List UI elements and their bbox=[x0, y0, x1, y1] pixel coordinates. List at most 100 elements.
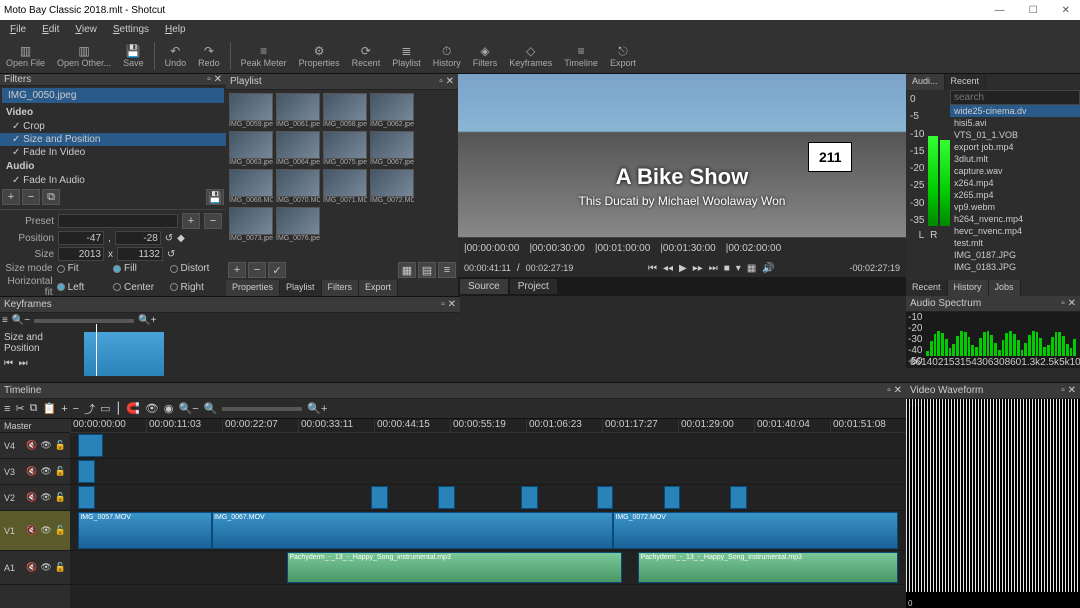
toolbar-history[interactable]: ⏱History bbox=[427, 42, 467, 70]
clip-v2-7[interactable] bbox=[730, 486, 747, 509]
size-w-input[interactable] bbox=[58, 247, 104, 261]
rewind-button[interactable]: ◂◂ bbox=[663, 263, 673, 274]
toolbar-open-file[interactable]: ▥Open File bbox=[0, 42, 51, 70]
track-mute-icon[interactable]: 🔇 bbox=[26, 492, 37, 503]
menu-file[interactable]: File bbox=[4, 22, 32, 37]
position-keyframe-icon[interactable]: ◆ bbox=[177, 233, 185, 244]
clip-v2-6[interactable] bbox=[664, 486, 681, 509]
recent-item[interactable]: hisi5.avi bbox=[950, 117, 1080, 129]
keyframes-close-icon[interactable]: ▫ ✕ bbox=[441, 299, 456, 310]
playlist-thumb[interactable]: IMG_0058.jpeg bbox=[323, 93, 367, 128]
toolbar-properties[interactable]: ⚙Properties bbox=[293, 42, 346, 70]
clip-v2-4[interactable] bbox=[521, 486, 538, 509]
tl-paste-icon[interactable]: 📋 bbox=[43, 402, 57, 415]
play-button[interactable]: ▶ bbox=[679, 263, 687, 274]
tl-copy-icon[interactable]: ⧉ bbox=[30, 402, 38, 415]
playlist-remove-button[interactable]: − bbox=[248, 262, 266, 278]
clip-a1-1[interactable]: Pachyderm_-_13_-_Happy_Song_instrumental… bbox=[287, 552, 621, 583]
kf-zoom-in-icon[interactable]: 🔍+ bbox=[138, 315, 156, 326]
timeline-close-icon[interactable]: ▫ ✕ bbox=[887, 385, 902, 396]
tab-playlist[interactable]: Playlist bbox=[280, 280, 322, 296]
clip-v2-1[interactable] bbox=[78, 486, 95, 509]
clip-v1-2[interactable]: IMG_0067.MOV bbox=[212, 512, 613, 549]
filter-remove-button[interactable]: − bbox=[22, 189, 40, 205]
recent-item[interactable]: hevc_nvenc.mp4 bbox=[950, 225, 1080, 237]
filter-copy-button[interactable]: ⧉ bbox=[42, 189, 60, 205]
kf-prev-button[interactable]: ⏮ bbox=[4, 358, 13, 369]
playlist-thumb[interactable]: IMG_0063.jpeg bbox=[229, 131, 273, 166]
toolbar-keyframes[interactable]: ◇Keyframes bbox=[503, 42, 558, 70]
track-mute-icon[interactable]: 🔇 bbox=[26, 525, 37, 536]
playlist-check-button[interactable]: ✓ bbox=[268, 262, 286, 278]
skip-end-button[interactable]: ⏭ bbox=[709, 263, 718, 274]
clip-v1-1[interactable]: IMG_0057.MOV bbox=[78, 512, 212, 549]
track-lock-icon[interactable]: 🔓 bbox=[55, 440, 66, 451]
tl-scrub-icon[interactable]: 👁 bbox=[145, 402, 159, 415]
filters-close-icon[interactable]: ▫ ✕ bbox=[207, 74, 222, 85]
position-reset-icon[interactable]: ↺ bbox=[165, 233, 173, 244]
size-reset-icon[interactable]: ↺ bbox=[167, 249, 175, 260]
tl-zoom-fit-icon[interactable]: 🔍 bbox=[204, 402, 218, 415]
clip-v2-3[interactable] bbox=[438, 486, 455, 509]
toolbar-timeline[interactable]: ≡Timeline bbox=[558, 42, 604, 70]
filter-item-size-and-position[interactable]: ✓ Size and Position bbox=[0, 133, 226, 146]
forward-button[interactable]: ▸▸ bbox=[693, 263, 703, 274]
position-x-input[interactable] bbox=[58, 231, 104, 245]
hfit-radio-right[interactable]: Right bbox=[170, 282, 222, 293]
track-lock-icon[interactable]: 🔓 bbox=[55, 492, 66, 503]
toolbar-playlist[interactable]: ≣Playlist bbox=[386, 42, 427, 70]
tl-overwrite-icon[interactable]: ▭ bbox=[100, 402, 110, 415]
playlist-thumb[interactable]: IMG_0075.jpeg bbox=[323, 131, 367, 166]
menu-settings[interactable]: Settings bbox=[107, 22, 155, 37]
stop-button[interactable]: ■ bbox=[724, 263, 730, 274]
recent-item[interactable]: wide25-cinema.dv bbox=[950, 105, 1080, 117]
kf-zoom-slider[interactable] bbox=[34, 319, 134, 323]
track-lock-icon[interactable]: 🔓 bbox=[55, 525, 66, 536]
recent-item[interactable]: capture.wav bbox=[950, 165, 1080, 177]
playlist-thumb[interactable]: IMG_0064.jpeg bbox=[276, 131, 320, 166]
tl-ripple-icon[interactable]: ◉ bbox=[164, 402, 174, 415]
preset-add-button[interactable]: + bbox=[182, 213, 200, 229]
tab-properties[interactable]: Properties bbox=[226, 280, 280, 296]
playlist-add-button[interactable]: + bbox=[228, 262, 246, 278]
track-eye-icon[interactable]: 👁 bbox=[40, 492, 51, 503]
track-mute-icon[interactable]: 🔇 bbox=[26, 440, 37, 451]
playlist-thumb[interactable]: IMG_0076.jpeg bbox=[276, 207, 320, 242]
close-button[interactable]: ✕ bbox=[1056, 5, 1076, 16]
filter-add-button[interactable]: + bbox=[2, 189, 20, 205]
maximize-button[interactable]: ☐ bbox=[1023, 5, 1044, 16]
hfit-radio-left[interactable]: Left bbox=[57, 282, 109, 293]
right-btab-history[interactable]: History bbox=[948, 280, 989, 296]
playlist-thumb[interactable]: IMG_0066.MOV bbox=[229, 169, 273, 204]
recent-item[interactable]: test.mlt bbox=[950, 237, 1080, 249]
track-eye-icon[interactable]: 👁 bbox=[40, 525, 51, 536]
waveform-close-icon[interactable]: ▫ ✕ bbox=[1061, 385, 1076, 396]
track-eye-icon[interactable]: 👁 bbox=[40, 466, 51, 477]
preset-select[interactable] bbox=[58, 214, 178, 228]
kf-clip-thumbnail[interactable] bbox=[84, 332, 164, 376]
kf-zoom-out-icon[interactable]: 🔍− bbox=[12, 315, 30, 326]
track-eye-icon[interactable]: 👁 bbox=[40, 562, 51, 573]
position-y-input[interactable] bbox=[115, 231, 161, 245]
grid-icon[interactable]: ▦ bbox=[747, 263, 756, 274]
playlist-thumb[interactable]: IMG_0073.jpeg bbox=[229, 207, 273, 242]
toolbar-redo[interactable]: ↷Redo bbox=[192, 42, 226, 70]
recent-item[interactable]: h264_nvenc.mp4 bbox=[950, 213, 1080, 225]
filter-item-fade-in-video[interactable]: ✓ Fade In Video bbox=[0, 146, 226, 159]
hfit-radio-center[interactable]: Center bbox=[113, 282, 165, 293]
playlist-view-grid-icon[interactable]: ▦ bbox=[398, 262, 416, 278]
filter-save-icon[interactable]: 💾 bbox=[206, 189, 224, 205]
preview-tab-source[interactable]: Source bbox=[460, 279, 508, 294]
volume-icon[interactable]: 🔊 bbox=[762, 263, 774, 274]
sizemode-radio-fit[interactable]: Fit bbox=[57, 263, 109, 274]
toolbar-export[interactable]: ⎋Export bbox=[604, 42, 642, 70]
recent-item[interactable]: VTS_01_1.VOB bbox=[950, 129, 1080, 141]
menu-view[interactable]: View bbox=[69, 22, 103, 37]
track-eye-icon[interactable]: 👁 bbox=[40, 440, 51, 451]
recent-item[interactable]: export job.mp4 bbox=[950, 141, 1080, 153]
recent-item[interactable]: x265.mp4 bbox=[950, 189, 1080, 201]
spectrum-close-icon[interactable]: ▫ ✕ bbox=[1061, 298, 1076, 309]
clip-a1-2[interactable]: Pachyderm_-_13_-_Happy_Song_instrumental… bbox=[638, 552, 897, 583]
tl-zoom-in-icon[interactable]: 🔍+ bbox=[307, 402, 327, 415]
track-lock-icon[interactable]: 🔓 bbox=[55, 466, 66, 477]
